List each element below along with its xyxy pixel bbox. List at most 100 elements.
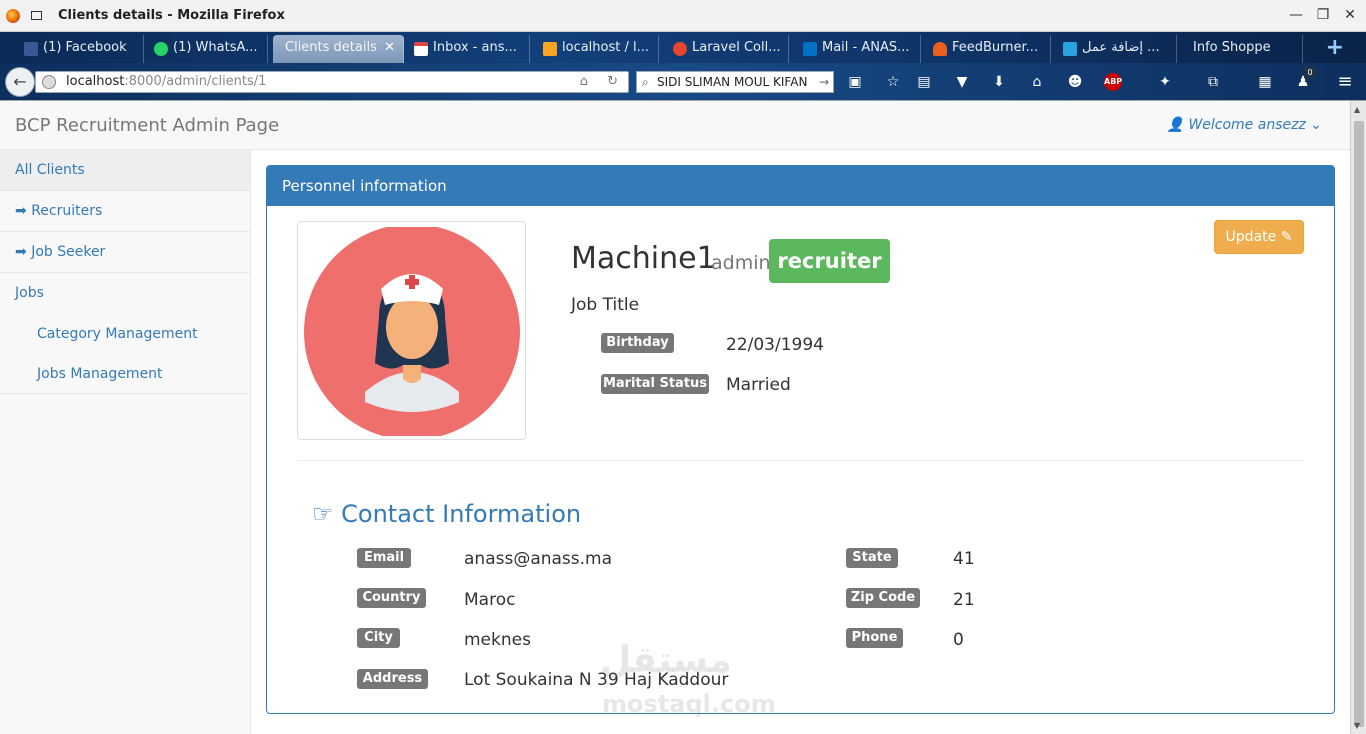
window-title: Clients details - Mozilla Firefox	[58, 8, 285, 23]
app-header: BCP Recruitment Admin Page 👤 Welcome ans…	[0, 101, 1350, 150]
window-menu-icon[interactable]	[31, 11, 42, 20]
marital-status-value: Married	[726, 375, 791, 395]
sidebar-item-label: Jobs	[15, 285, 44, 301]
sidebar-item-label: Jobs Management	[37, 366, 163, 382]
site-info-icon[interactable]	[42, 75, 56, 89]
sidebar-item-jobs[interactable]: Jobs	[0, 273, 250, 314]
hand-pointer-icon: ☞	[312, 500, 334, 528]
tab-localhost[interactable]: localhost / l...	[537, 35, 659, 63]
search-go-icon[interactable]: →	[819, 72, 829, 92]
client-role: admin	[711, 252, 771, 274]
home-button-icon[interactable]: ⌂	[1028, 73, 1046, 91]
restore-icon[interactable]: ❐	[1313, 7, 1333, 23]
city-value: meknes	[464, 630, 531, 650]
watermark-logo: مستقل	[600, 640, 732, 681]
window-titlebar: Clients details - Mozilla Firefox — ❐ ✕	[0, 0, 1366, 32]
brand-title[interactable]: BCP Recruitment Admin Page	[15, 115, 279, 136]
scroll-down-icon[interactable]: ▼	[1354, 721, 1360, 730]
notification-count: 0	[1304, 67, 1316, 78]
birthday-value: 22/03/1994	[726, 335, 824, 355]
gmail-icon	[414, 42, 428, 56]
contact-heading: ☞ Contact Information	[312, 500, 581, 528]
tab-bar: (1) Facebook (1) WhatsA... Clients detai…	[0, 32, 1366, 63]
menu-icon[interactable]: ≡	[1336, 73, 1354, 91]
tab-mail[interactable]: Mail - ANAS...	[797, 35, 921, 63]
email-value: anass@anass.ma	[464, 549, 613, 569]
chevron-down-icon: ⌄	[1310, 117, 1322, 133]
home-icon[interactable]: ⌂	[580, 72, 588, 92]
sidebar-item-job-seeker[interactable]: ➡ Job Seeker	[0, 232, 250, 273]
tab-feedburner[interactable]: FeedBurner...	[927, 35, 1051, 63]
url-bar[interactable]: localhost:8000/admin/clients/1 ⌂ ↻	[35, 71, 629, 93]
tab-label: Inbox - ans...	[433, 40, 517, 55]
tab-info-shoppe[interactable]: Info Shoppe	[1183, 35, 1303, 63]
tab-label: (1) Facebook	[43, 40, 127, 55]
watermark-url: mostaql.com	[602, 690, 776, 718]
sidebar-item-label: Job Seeker	[31, 244, 106, 260]
vertical-scrollbar[interactable]: ▲ ▼	[1350, 101, 1366, 734]
update-button[interactable]: Update ✎	[1214, 220, 1304, 254]
tab-clients-details[interactable]: Clients details ✕	[273, 35, 404, 63]
new-tab-icon[interactable]: +	[1326, 35, 1344, 60]
url-path: :8000/admin/clients/1	[124, 74, 267, 89]
sidebar-item-all-clients[interactable]: All Clients	[0, 150, 250, 191]
user-menu[interactable]: 👤 Welcome ansezz ⌄	[1167, 117, 1322, 133]
close-tab-icon[interactable]: ✕	[384, 35, 395, 61]
edit-icon: ✎	[1280, 229, 1293, 245]
avatar	[297, 221, 526, 440]
tab-label: Clients details	[285, 40, 377, 55]
bookmark-star-icon[interactable]: ☆	[884, 73, 902, 91]
search-value: SIDI SLIMAN MOUL KIFAN	[657, 75, 808, 89]
feedburner-icon	[933, 42, 947, 56]
back-button[interactable]: ←	[5, 67, 35, 97]
arrow-right-icon: ➡	[15, 203, 27, 219]
addon-icon[interactable]: ▣	[846, 73, 864, 91]
nurse-avatar-icon	[304, 227, 520, 436]
bookmarks-menu-icon[interactable]: ▤	[915, 73, 933, 91]
zip-code-value: 21	[953, 590, 975, 610]
phpmyadmin-icon	[543, 42, 557, 56]
phone-label: Phone	[846, 628, 903, 648]
site-icon	[1063, 42, 1077, 56]
downloads-icon[interactable]: ⬇	[990, 73, 1008, 91]
search-icon: ⌕	[642, 75, 649, 89]
city-label: City	[357, 628, 400, 648]
tab-facebook[interactable]: (1) Facebook	[18, 35, 144, 63]
laravel-icon	[673, 42, 687, 56]
pocket-icon[interactable]: ▼	[953, 73, 971, 91]
zip-code-label: Zip Code	[846, 588, 920, 608]
minimize-icon[interactable]: —	[1286, 7, 1306, 23]
tab-label: FeedBurner...	[952, 40, 1039, 55]
phone-value: 0	[953, 630, 964, 650]
main-content: Personnel information Machine1 admin rec…	[251, 150, 1350, 734]
extension-icon[interactable]: ✦	[1156, 73, 1174, 91]
tab-arabic[interactable]: إضافة عمل ...	[1057, 35, 1177, 63]
welcome-text: Welcome ansezz	[1188, 117, 1306, 133]
sidebar-item-category-management[interactable]: Category Management	[0, 314, 250, 354]
sidebar-item-recruiters[interactable]: ➡ Recruiters	[0, 191, 250, 232]
scroll-up-icon[interactable]: ▲	[1354, 105, 1360, 114]
facebook-icon	[24, 42, 38, 56]
update-label: Update	[1225, 229, 1277, 245]
whatsapp-icon	[154, 42, 168, 56]
tab-laravel[interactable]: Laravel Coll...	[667, 35, 789, 63]
scrollbar-thumb[interactable]	[1354, 121, 1364, 727]
adblock-icon[interactable]: ABP	[1104, 73, 1122, 91]
chat-icon[interactable]: ☻	[1066, 73, 1084, 91]
screenshot-icon[interactable]: ⧉	[1204, 73, 1222, 91]
client-name: Machine1	[571, 241, 716, 276]
close-window-icon[interactable]: ✕	[1340, 7, 1360, 23]
sidebar-item-label: Recruiters	[31, 203, 103, 219]
role-badge: recruiter	[769, 239, 890, 283]
sidebar-item-jobs-management[interactable]: Jobs Management	[0, 354, 250, 394]
panel-heading: Personnel information	[267, 166, 1334, 206]
email-label: Email	[357, 548, 411, 568]
birthday-label: Birthday	[601, 333, 674, 353]
pdf-icon[interactable]: ▦	[1256, 73, 1274, 91]
reload-icon[interactable]: ↻	[607, 72, 618, 92]
tab-whatsapp[interactable]: (1) WhatsA...	[148, 35, 268, 63]
tab-label: Info Shoppe	[1193, 40, 1271, 55]
search-input[interactable]: ⌕ SIDI SLIMAN MOUL KIFAN →	[636, 71, 834, 93]
outlook-icon	[803, 42, 817, 56]
tab-inbox[interactable]: Inbox - ans...	[408, 35, 530, 63]
